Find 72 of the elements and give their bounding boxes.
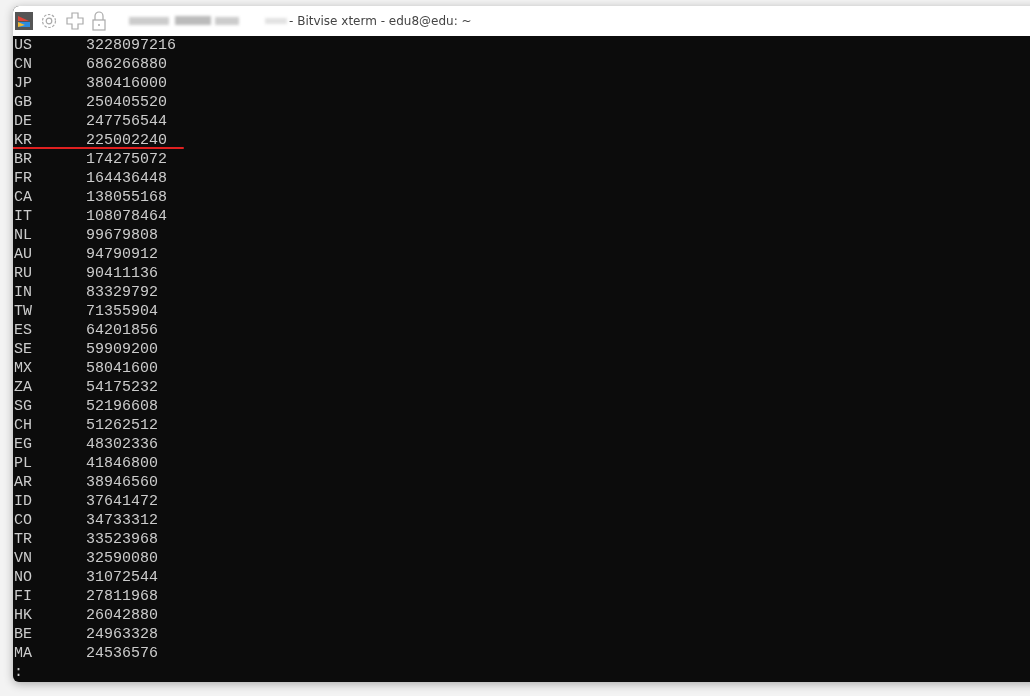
country-code: IT: [14, 207, 33, 226]
country-code: MX: [14, 359, 33, 378]
plus-icon[interactable]: [65, 11, 85, 31]
count-value: 3228097216: [86, 36, 176, 55]
gear-icon[interactable]: [39, 11, 59, 31]
country-code: NL: [14, 226, 33, 245]
count-value: 27811968: [86, 587, 158, 606]
country-code: FR: [14, 169, 33, 188]
count-value: 54175232: [86, 378, 158, 397]
country-code: SE: [14, 340, 33, 359]
country-code: GB: [14, 93, 33, 112]
count-value: 380416000: [86, 74, 167, 93]
count-value: 34733312: [86, 511, 158, 530]
country-code: CH: [14, 416, 33, 435]
country-code: US: [14, 36, 33, 55]
country-code: KR: [14, 131, 33, 150]
count-value: 83329792: [86, 283, 158, 302]
country-code: HK: [14, 606, 33, 625]
count-value: 90411136: [86, 264, 158, 283]
country-code: ZA: [14, 378, 33, 397]
count-value: 37641472: [86, 492, 158, 511]
count-value: 247756544: [86, 112, 167, 131]
count-value: 41846800: [86, 454, 158, 473]
country-code: CN: [14, 55, 33, 74]
count-value: 686266880: [86, 55, 167, 74]
count-value: 24963328: [86, 625, 158, 644]
count-value: 51262512: [86, 416, 158, 435]
count-value: 71355904: [86, 302, 158, 321]
count-value: 31072544: [86, 568, 158, 587]
count-value: 58041600: [86, 359, 158, 378]
count-value: 24536576: [86, 644, 158, 663]
pager-prompt: :: [14, 663, 24, 682]
count-value: 164436448: [86, 169, 167, 188]
count-value: 99679808: [86, 226, 158, 245]
country-code: TR: [14, 530, 33, 549]
country-code: DE: [14, 112, 33, 131]
country-code: RU: [14, 264, 33, 283]
country-code: CO: [14, 511, 33, 530]
count-value: 52196608: [86, 397, 158, 416]
count-value: 64201856: [86, 321, 158, 340]
country-code: FI: [14, 587, 33, 606]
window-title: - Bitvise xterm - edu8@edu: ~: [289, 14, 472, 28]
country-code: BE: [14, 625, 33, 644]
country-code: AR: [14, 473, 33, 492]
country-code: TW: [14, 302, 33, 321]
country-code: MA: [14, 644, 33, 663]
country-code: JP: [14, 74, 33, 93]
count-value: 225002240: [86, 131, 167, 150]
count-value: 26042880: [86, 606, 158, 625]
count-value: 32590080: [86, 549, 158, 568]
country-code: VN: [14, 549, 33, 568]
country-code: ES: [14, 321, 33, 340]
country-code: BR: [14, 150, 33, 169]
count-value: 48302336: [86, 435, 158, 454]
country-code: NO: [14, 568, 33, 587]
count-value: 38946560: [86, 473, 158, 492]
country-code: ID: [14, 492, 33, 511]
count-value: 33523968: [86, 530, 158, 549]
country-code: IN: [14, 283, 33, 302]
count-value: 108078464: [86, 207, 167, 226]
country-code: PL: [14, 454, 33, 473]
count-value: 94790912: [86, 245, 158, 264]
count-value: 250405520: [86, 93, 167, 112]
country-code: AU: [14, 245, 33, 264]
count-value: 174275072: [86, 150, 167, 169]
country-code: CA: [14, 188, 33, 207]
count-value: 138055168: [86, 188, 167, 207]
count-value: 59909200: [86, 340, 158, 359]
lock-icon[interactable]: [91, 10, 107, 32]
app-icon: [15, 12, 33, 30]
country-code: EG: [14, 435, 33, 454]
country-code: SG: [14, 397, 33, 416]
